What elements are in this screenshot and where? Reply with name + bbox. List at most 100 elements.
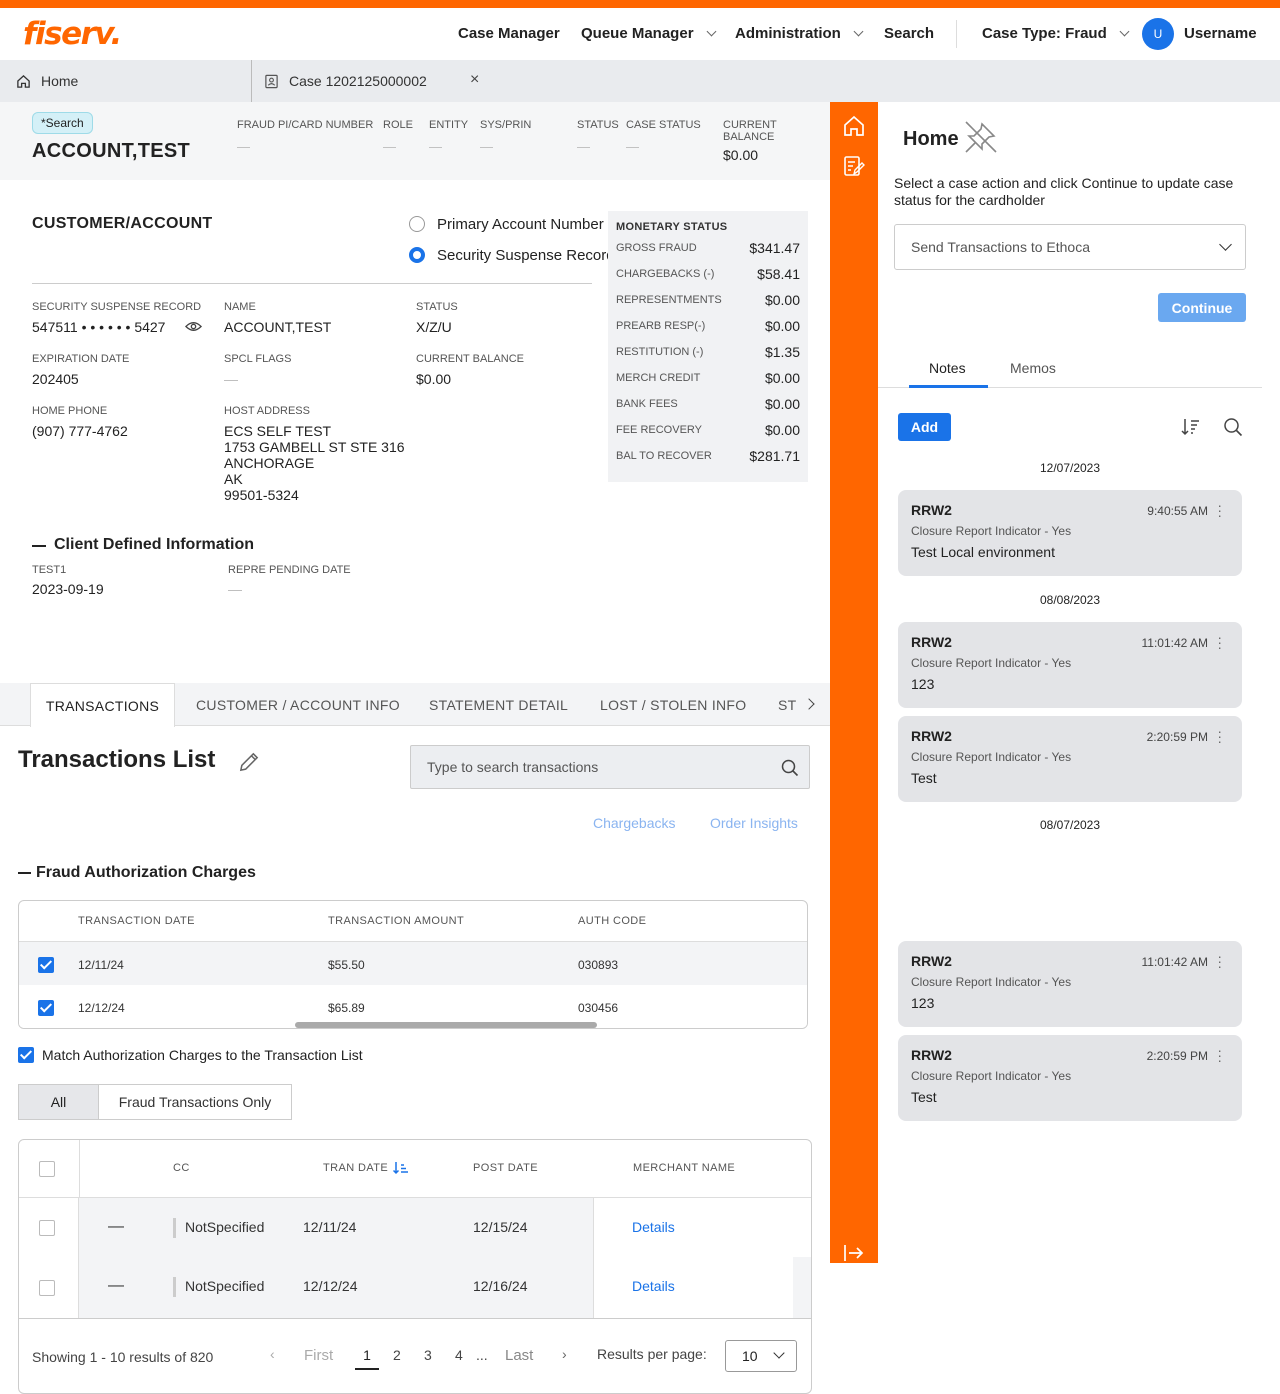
- note-card[interactable]: RRW2 2:20:59 PM · · · Closure Report Indic…: [898, 1035, 1242, 1121]
- nav-administration[interactable]: Administration: [735, 25, 864, 42]
- transaction-search-input[interactable]: Type to search transactions: [410, 745, 810, 789]
- radio-ssr-label[interactable]: Security Suspense Record: [437, 247, 615, 264]
- sort-ascending-icon[interactable]: [393, 1161, 409, 1175]
- table-row[interactable]: — NotSpecified 12/11/24 12/15/24 Details: [19, 1197, 811, 1258]
- collapse-icon[interactable]: [32, 545, 46, 547]
- close-tab-icon[interactable]: ×: [470, 71, 479, 89]
- note-card[interactable]: RRW2 11:01:42 AM · · · Closure Report Indi…: [898, 941, 1242, 1027]
- radio-pan-label[interactable]: Primary Account Number: [437, 216, 604, 233]
- radio-primary-account-number[interactable]: [409, 216, 425, 232]
- note-card[interactable]: RRW2 9:40:55 AM · · · Closure Report Indic…: [898, 490, 1242, 576]
- table-row[interactable]: 12/11/24 $55.50 030893: [19, 941, 807, 985]
- horizontal-scrollbar[interactable]: [295, 1022, 597, 1028]
- monetary-row: RESTITUTION (-) $1.35: [616, 339, 800, 365]
- match-auth-label[interactable]: Match Authorization Charges to the Trans…: [42, 1047, 363, 1063]
- kebab-menu-icon[interactable]: · · ·: [1217, 949, 1222, 973]
- row-checkbox[interactable]: [39, 1220, 55, 1236]
- note-card[interactable]: RRW2 11:01:42 AM · · · Closure Report Indi…: [898, 622, 1242, 708]
- row-checkbox[interactable]: [39, 1280, 55, 1296]
- first-page-link[interactable]: First: [304, 1347, 333, 1364]
- tab-statement-detail[interactable]: STATEMENT DETAIL: [429, 683, 568, 726]
- th-merchant-name[interactable]: MERCHANT NAME: [633, 1162, 735, 1174]
- fraud-auth-title[interactable]: Fraud Authorization Charges: [36, 864, 256, 882]
- fiserv-logo[interactable]: fiserv.: [23, 16, 122, 52]
- filter-fraud-only-button[interactable]: Fraud Transactions Only: [98, 1084, 292, 1120]
- cell-marker: [173, 1277, 176, 1297]
- page-3[interactable]: 3: [424, 1347, 432, 1363]
- kebab-menu-icon[interactable]: · · ·: [1217, 498, 1222, 522]
- cell-marker: [173, 1218, 176, 1238]
- side-instruction: Select a case action and click Continue …: [894, 175, 1234, 208]
- th-tran-date[interactable]: TRAN DATE: [323, 1162, 388, 1174]
- last-page-link[interactable]: Last: [505, 1347, 533, 1364]
- chargebacks-link[interactable]: Chargebacks: [593, 815, 676, 831]
- kebab-menu-icon[interactable]: · · ·: [1217, 724, 1222, 748]
- pencil-icon[interactable]: [238, 750, 261, 773]
- nav-search[interactable]: Search: [884, 25, 934, 42]
- client-defined-title[interactable]: Client Defined Information: [54, 536, 254, 554]
- th-auth-code[interactable]: AUTH CODE: [578, 915, 646, 927]
- nav-queue-manager[interactable]: Queue Manager: [581, 25, 716, 42]
- continue-button[interactable]: Continue: [1158, 293, 1246, 322]
- nav-case-manager[interactable]: Case Manager: [458, 25, 560, 42]
- pin-off-icon[interactable]: [962, 118, 1000, 156]
- filter-all-button[interactable]: All: [18, 1084, 99, 1120]
- collapse-icon[interactable]: [18, 872, 31, 874]
- balance-value: $0.00: [416, 371, 452, 387]
- cell-dash: —: [108, 1277, 124, 1294]
- kebab-menu-icon[interactable]: · · ·: [1217, 1043, 1222, 1067]
- note-card[interactable]: RRW2 2:20:59 PM · · · Closure Report Indic…: [898, 716, 1242, 802]
- collapse-panel-icon[interactable]: [843, 1243, 865, 1263]
- row-checkbox[interactable]: [38, 1000, 54, 1016]
- summary-label: ENTITY: [429, 119, 469, 131]
- th-post-date[interactable]: POST DATE: [473, 1162, 538, 1174]
- case-action-select[interactable]: Send Transactions to Ethoca: [894, 224, 1246, 270]
- prev-page-icon[interactable]: ‹: [270, 1346, 275, 1362]
- tab-customer-account-info[interactable]: CUSTOMER / ACCOUNT INFO: [196, 683, 400, 726]
- pagination-ellipsis: ...: [476, 1347, 488, 1363]
- tab-transactions[interactable]: TRANSACTIONS: [30, 683, 175, 727]
- results-per-page-select[interactable]: 10: [725, 1340, 797, 1372]
- radio-security-suspense-record[interactable]: [409, 247, 425, 263]
- home-icon[interactable]: [843, 115, 865, 137]
- search-icon[interactable]: [781, 759, 799, 777]
- monetary-label: BANK FEES: [616, 398, 678, 410]
- search-chip[interactable]: *Search: [32, 112, 93, 134]
- row-checkbox[interactable]: [38, 957, 54, 973]
- next-page-icon[interactable]: ›: [562, 1346, 567, 1362]
- tab-notes[interactable]: Notes: [929, 360, 966, 376]
- page-1[interactable]: 1: [355, 1347, 379, 1370]
- select-all-checkbox[interactable]: [39, 1161, 55, 1177]
- cell-cc: NotSpecified: [185, 1219, 265, 1235]
- chevron-right-icon[interactable]: [803, 698, 815, 710]
- tab-lost-stolen-info[interactable]: LOST / STOLEN INFO: [600, 683, 746, 726]
- th-cc[interactable]: CC: [173, 1162, 190, 1174]
- sort-icon[interactable]: [1181, 418, 1201, 436]
- avatar[interactable]: U: [1142, 18, 1174, 50]
- monetary-label: REPRESENTMENTS: [616, 294, 722, 306]
- monetary-row: BAL TO RECOVER $281.71: [616, 443, 800, 469]
- table-row[interactable]: — NotSpecified 12/12/24 12/16/24 Details: [19, 1257, 811, 1318]
- match-auth-checkbox[interactable]: [18, 1047, 34, 1063]
- add-note-button[interactable]: Add: [898, 413, 951, 441]
- balance-label: CURRENT BALANCE: [416, 353, 524, 365]
- page-2[interactable]: 2: [393, 1347, 401, 1363]
- tab-case-label: Case 1202125000002: [289, 73, 427, 89]
- th-transaction-date[interactable]: TRANSACTION DATE: [78, 915, 195, 927]
- eye-icon[interactable]: [185, 320, 202, 333]
- monetary-label: GROSS FRAUD: [616, 242, 697, 254]
- search-icon[interactable]: [1223, 417, 1243, 437]
- kebab-menu-icon[interactable]: · · ·: [1217, 630, 1222, 654]
- tab-memos[interactable]: Memos: [1010, 360, 1056, 376]
- details-link[interactable]: Details: [632, 1278, 675, 1294]
- tab-st[interactable]: ST: [778, 683, 797, 726]
- home-phone-value: (907) 777-4762: [32, 423, 128, 439]
- notes-icon[interactable]: [843, 155, 865, 177]
- order-insights-link[interactable]: Order Insights: [710, 815, 798, 831]
- page-4[interactable]: 4: [455, 1347, 463, 1363]
- username-label[interactable]: Username: [1184, 25, 1257, 42]
- case-type-dropdown[interactable]: Case Type: Fraud: [982, 25, 1130, 42]
- tab-home[interactable]: Home: [0, 60, 251, 102]
- th-transaction-amount[interactable]: TRANSACTION AMOUNT: [328, 915, 464, 927]
- details-link[interactable]: Details: [632, 1219, 675, 1235]
